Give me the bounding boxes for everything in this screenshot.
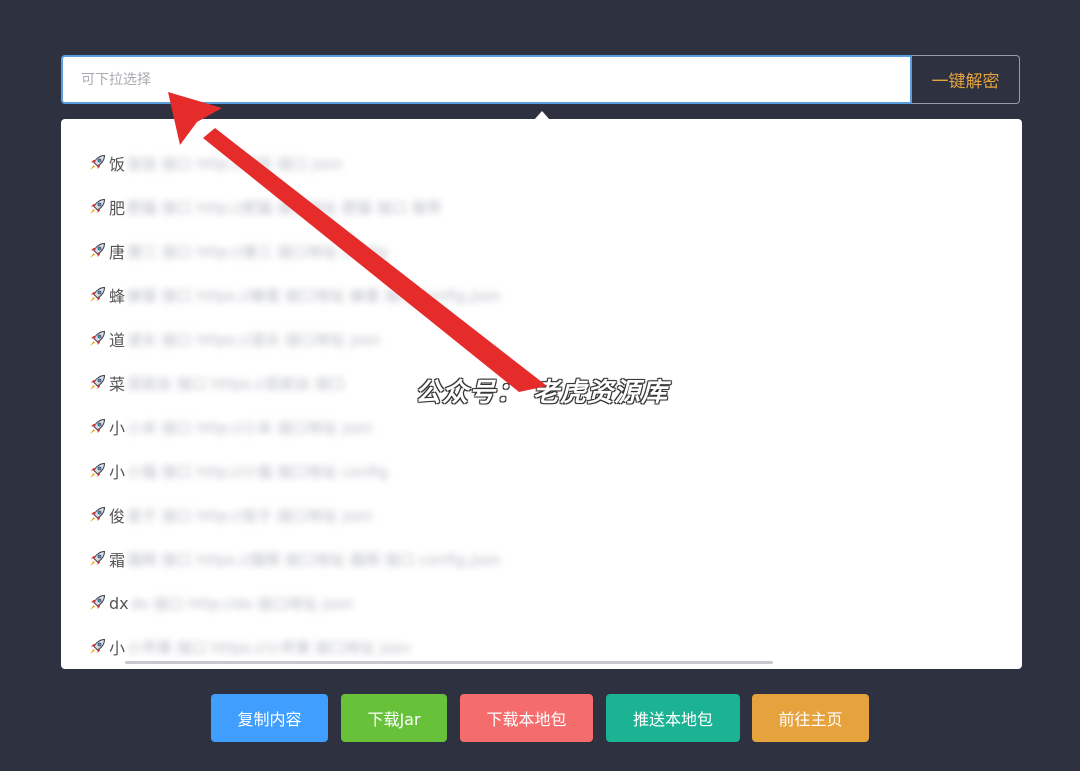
option-label-blurred: 小苹果 接口 https://小苹果 接口地址 json	[127, 638, 411, 657]
option-label-blurred: 小猫 接口 http://小猫 接口地址 config	[127, 462, 388, 481]
copy-content-button[interactable]: 复制内容	[211, 694, 328, 742]
option-label-prefix: 小	[109, 639, 126, 658]
dropdown-option[interactable]: 蜂蜂蜜 接口 https://蜂蜜 接口地址 蜂蜜 接口 config.json	[87, 273, 501, 317]
dropdown-option[interactable]: 小小米 接口 http://小米 接口地址 json	[87, 405, 501, 449]
option-label-blurred: dx 接口 http://dx 接口地址 json	[130, 594, 354, 613]
option-label-blurred: 饭饭 接口 http://饭饭 接口 json	[127, 154, 343, 173]
option-label-prefix: 菜	[109, 375, 126, 394]
rocket-icon	[87, 461, 107, 481]
option-label-blurred: 蜂蜜 接口 https://蜂蜜 接口地址 蜂蜜 接口 config.json	[127, 286, 501, 305]
watermark: 公众号： 老虎资源库	[415, 378, 669, 408]
rocket-icon	[87, 549, 107, 569]
action-button-bar: 复制内容 下载Jar 下载本地包 推送本地包 前往主页	[0, 694, 1080, 742]
rocket-icon	[87, 593, 107, 613]
option-label-blurred: 小米 接口 http://小米 接口地址 json	[127, 418, 373, 437]
option-label-blurred: 唐三 接口 http://唐三 接口地址 config	[127, 242, 388, 261]
option-label-blurred: 菜妮丝 接口 https://菜妮丝 接口	[127, 374, 346, 393]
search-row: 一键解密	[61, 55, 1020, 104]
go-home-button[interactable]: 前往主页	[752, 694, 869, 742]
rocket-icon	[87, 637, 107, 657]
option-label-blurred: 俊于 接口 http://俊于 接口地址 json	[127, 506, 373, 525]
dropdown-option[interactable]: 肥肥猫 接口 http://肥猫 接口地址 肥猫 接口 推荐	[87, 185, 501, 229]
rocket-icon	[87, 241, 107, 261]
decrypt-button[interactable]: 一键解密	[912, 55, 1020, 104]
push-local-package-button[interactable]: 推送本地包	[606, 694, 740, 742]
option-label-prefix: 肥	[109, 199, 126, 218]
rocket-icon	[87, 417, 107, 437]
download-jar-button[interactable]: 下载Jar	[341, 694, 447, 742]
option-label-prefix: 唐	[109, 243, 126, 262]
rocket-icon	[87, 505, 107, 525]
option-label-blurred: 肥猫 接口 http://肥猫 接口地址 肥猫 接口 推荐	[127, 198, 442, 217]
option-label-blurred: 霜辉 接口 https://霜辉 接口地址 霜辉 接口 config.json	[127, 550, 501, 569]
rocket-icon	[87, 285, 107, 305]
option-label-prefix: 霜	[109, 551, 126, 570]
option-label-prefix: 蜂	[109, 287, 126, 306]
dropdown-option[interactable]: 饭饭饭 接口 http://饭饭 接口 json	[87, 141, 501, 185]
search-input[interactable]	[61, 55, 912, 104]
option-label-prefix: dx	[109, 593, 129, 613]
rocket-icon	[87, 197, 107, 217]
dropdown-option[interactable]: 小小猫 接口 http://小猫 接口地址 config	[87, 449, 501, 493]
rocket-icon	[87, 329, 107, 349]
dropdown-option[interactable]: 唐唐三 接口 http://唐三 接口地址 config	[87, 229, 501, 273]
option-label-prefix: 小	[109, 419, 126, 438]
download-local-package-button[interactable]: 下载本地包	[460, 694, 593, 742]
dropdown-option[interactable]: dx dx 接口 http://dx 接口地址 json	[87, 581, 501, 625]
option-label-blurred: 道长 接口 https://道长 接口地址 json	[127, 330, 381, 349]
option-label-prefix: 饭	[109, 155, 126, 174]
option-label-prefix: 俊	[109, 507, 126, 526]
dropdown-option[interactable]: 霜霜辉 接口 https://霜辉 接口地址 霜辉 接口 config.json	[87, 537, 501, 581]
option-label-prefix: 小	[109, 463, 126, 482]
option-label-prefix: 道	[109, 331, 126, 350]
rocket-icon	[87, 373, 107, 393]
dropdown-option[interactable]: 俊俊于 接口 http://俊于 接口地址 json	[87, 493, 501, 537]
rocket-icon	[87, 153, 107, 173]
dropdown-option[interactable]: 道道长 接口 https://道长 接口地址 json	[87, 317, 501, 361]
horizontal-scrollbar[interactable]	[125, 661, 773, 664]
